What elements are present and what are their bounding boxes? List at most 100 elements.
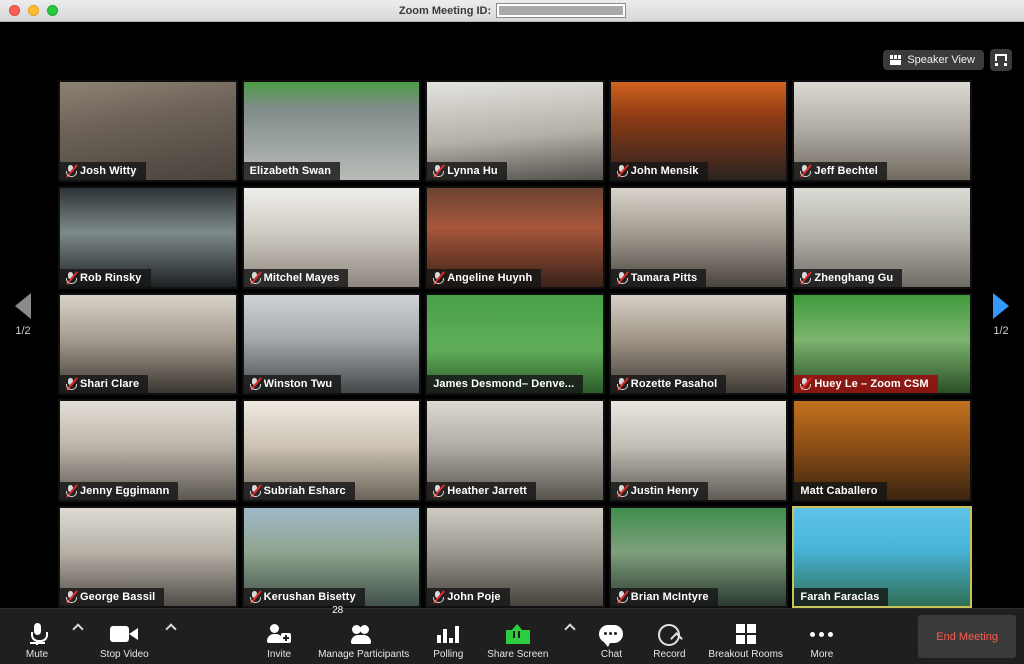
microphone-muted-icon [616, 484, 628, 497]
speaker-view-label: Speaker View [907, 54, 975, 66]
participant-tile[interactable]: Matt Caballero [792, 399, 972, 502]
enter-fullscreen-button[interactable] [990, 49, 1012, 71]
participant-name: Tamara Pitts [630, 271, 698, 284]
participant-tile[interactable]: John Mensik [608, 80, 789, 183]
microphone-muted-icon [433, 484, 445, 497]
participant-name: Farah Faraclas [800, 591, 880, 603]
speaker-view-button[interactable]: Speaker View [883, 50, 984, 70]
participant-tile[interactable]: Shari Clare [58, 292, 238, 396]
participant-name: John Poje [447, 591, 501, 603]
participant-nameplate: John Poje [427, 588, 510, 606]
manage-participants-button[interactable]: 28 Manage Participants [308, 605, 419, 664]
zoom-meeting-window: Zoom Meeting ID: Speaker View 1/2 1/2 Jo… [0, 0, 1024, 664]
participant-nameplate: Farah Faraclas [794, 588, 889, 606]
audio-options-chevron-up-icon[interactable] [66, 609, 90, 664]
participant-tile[interactable]: James Desmond– Denve... [425, 292, 605, 396]
participant-nameplate: Huey Le – Zoom CSM [794, 375, 938, 394]
participant-tile[interactable]: Heather Jarrett [425, 399, 605, 502]
participant-tile[interactable]: Mitchel Mayes [241, 186, 422, 289]
close-window-button[interactable] [9, 5, 20, 16]
more-label: More [810, 649, 834, 660]
end-meeting-label: End Meeting [936, 630, 999, 643]
previous-page-button[interactable]: 1/2 [6, 293, 40, 337]
participant-name: Subriah Esharc [263, 484, 346, 497]
participant-tile[interactable]: Subriah Esharc [241, 399, 422, 502]
record-label: Record [653, 649, 686, 660]
breakout-rooms-button[interactable]: Breakout Rooms [698, 609, 792, 664]
window-titlebar: Zoom Meeting ID: [0, 0, 1024, 22]
participant-nameplate: Elizabeth Swan [243, 162, 341, 181]
bar-chart-icon [437, 622, 460, 646]
polling-button[interactable]: Polling [419, 609, 477, 664]
end-meeting-button[interactable]: End Meeting [918, 615, 1017, 658]
participant-tile[interactable]: Brian McIntyre [608, 505, 789, 608]
chat-label: Chat [600, 649, 622, 660]
participant-tile[interactable]: Lynna Hu [425, 80, 605, 183]
participant-name: Angeline Huynh [447, 271, 533, 284]
participant-tile[interactable]: Zhenghang Gu [792, 186, 972, 289]
participant-tile[interactable]: George Bassil [58, 505, 238, 608]
manage-participants-label: Manage Participants [318, 649, 410, 660]
camera-icon [110, 622, 139, 646]
record-button[interactable]: Record [640, 609, 698, 664]
participant-nameplate: Mitchel Mayes [243, 268, 349, 287]
maximize-window-button[interactable] [47, 5, 58, 16]
participants-count-badge: 28 [332, 605, 344, 616]
participant-tile[interactable]: Winston Twu [241, 292, 422, 396]
participant-name: Josh Witty [80, 165, 137, 178]
participant-tile[interactable]: Jenny Eggimann [58, 399, 238, 502]
invite-label: Invite [267, 649, 292, 660]
participant-name: John Mensik [630, 165, 699, 178]
minimize-window-button[interactable] [28, 5, 39, 16]
participant-tile[interactable]: Kerushan Bisetty [241, 505, 422, 608]
participant-tile[interactable]: Jeff Bechtel [792, 80, 972, 183]
participant-nameplate: Shari Clare [60, 375, 149, 394]
participant-tile[interactable]: Elizabeth Swan [241, 80, 422, 183]
more-button[interactable]: More [793, 609, 851, 664]
participant-name: Zhenghang Gu [814, 271, 894, 284]
microphone-muted-icon [66, 484, 77, 497]
participant-name: George Bassil [80, 591, 156, 603]
participant-nameplate: George Bassil [60, 588, 165, 606]
share-screen-button[interactable]: Share Screen [477, 609, 558, 664]
participant-name: Brian McIntyre [630, 591, 709, 603]
mute-button[interactable]: Mute [8, 609, 66, 664]
video-options-chevron-up-icon[interactable] [159, 609, 183, 664]
participants-icon: 28 [332, 605, 377, 646]
gallery-grid-icon [890, 55, 902, 65]
participant-nameplate: Brian McIntyre [610, 588, 718, 606]
participant-tile[interactable]: Rozette Pasahol [608, 292, 789, 396]
chevron-right-icon [993, 293, 1009, 319]
microphone-muted-icon [800, 271, 812, 284]
view-controls: Speaker View [883, 49, 1012, 71]
participant-name: Lynna Hu [447, 165, 498, 178]
participant-name: Elizabeth Swan [249, 165, 332, 178]
chat-button[interactable]: Chat [582, 609, 640, 664]
next-page-button[interactable]: 1/2 [984, 293, 1018, 337]
participant-tile[interactable]: Huey Le – Zoom CSM [792, 292, 972, 396]
participant-tile[interactable]: Tamara Pitts [608, 186, 789, 289]
microphone-muted-icon [800, 165, 812, 178]
participant-nameplate: Subriah Esharc [243, 481, 355, 500]
participant-nameplate: Jenny Eggimann [60, 481, 179, 500]
participant-tile[interactable]: Rob Rinsky [58, 186, 238, 289]
participant-name: Huey Le – Zoom CSM [814, 378, 929, 391]
participant-tile[interactable]: Angeline Huynh [425, 186, 605, 289]
participant-name: Kerushan Bisetty [263, 591, 356, 603]
participant-nameplate: Justin Henry [610, 481, 708, 500]
window-title-text: Zoom Meeting ID: [398, 4, 492, 17]
stop-video-button[interactable]: Stop Video [90, 609, 159, 664]
share-screen-label: Share Screen [487, 649, 549, 660]
participant-tile[interactable]: Josh Witty [58, 80, 238, 183]
participant-tile[interactable]: John Poje [425, 505, 605, 608]
breakout-rooms-label: Breakout Rooms [708, 649, 783, 660]
microphone-muted-icon [433, 165, 445, 178]
share-options-chevron-up-icon[interactable] [558, 609, 582, 664]
window-title: Zoom Meeting ID: [0, 4, 1024, 17]
microphone-muted-icon [249, 484, 261, 497]
participant-tile[interactable]: Farah Faraclas [792, 505, 972, 608]
participant-name: Rob Rinsky [80, 271, 142, 284]
participant-tile[interactable]: Justin Henry [608, 399, 789, 502]
microphone-muted-icon [66, 591, 77, 603]
invite-button[interactable]: Invite [250, 609, 308, 664]
